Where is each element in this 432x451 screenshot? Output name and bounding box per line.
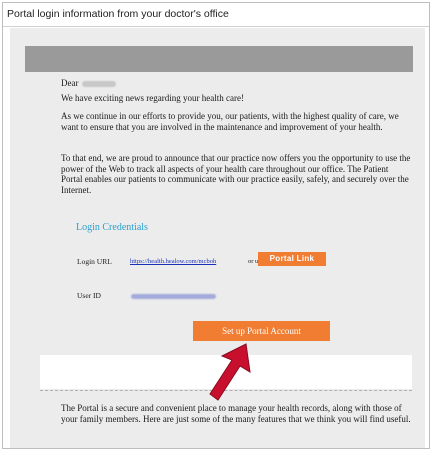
redacted-name bbox=[81, 80, 116, 87]
login-url-label: Login URL bbox=[77, 257, 112, 266]
login-url-link[interactable]: https://health.healow.com/mcboh bbox=[130, 258, 216, 265]
redacted-user-id bbox=[131, 294, 216, 299]
red-arrow-icon bbox=[209, 343, 251, 401]
email-window: Portal login information from your docto… bbox=[2, 2, 430, 449]
email-body: Dear We have exciting news regarding you… bbox=[10, 28, 425, 448]
email-header-banner bbox=[25, 46, 413, 72]
greeting: Dear bbox=[61, 78, 116, 88]
email-subject: Portal login information from your docto… bbox=[7, 8, 229, 20]
portal-link-button[interactable]: Portal Link bbox=[258, 252, 326, 266]
paragraph-announcement: To that end, we are proud to announce th… bbox=[61, 153, 411, 195]
paragraph-portal-features: The Portal is a secure and convenient pl… bbox=[61, 403, 411, 424]
paragraph-quality: As we continue in our efforts to provide… bbox=[61, 111, 399, 132]
greeting-text: Dear bbox=[61, 78, 79, 88]
login-credentials-title: Login Credentials bbox=[76, 222, 148, 233]
setup-portal-account-button[interactable]: Set up Portal Account bbox=[193, 321, 330, 341]
subject-bar: Portal login information from your docto… bbox=[3, 3, 429, 27]
paragraph-news: We have exciting news regarding your hea… bbox=[61, 93, 244, 103]
user-id-label: User ID bbox=[77, 291, 101, 300]
